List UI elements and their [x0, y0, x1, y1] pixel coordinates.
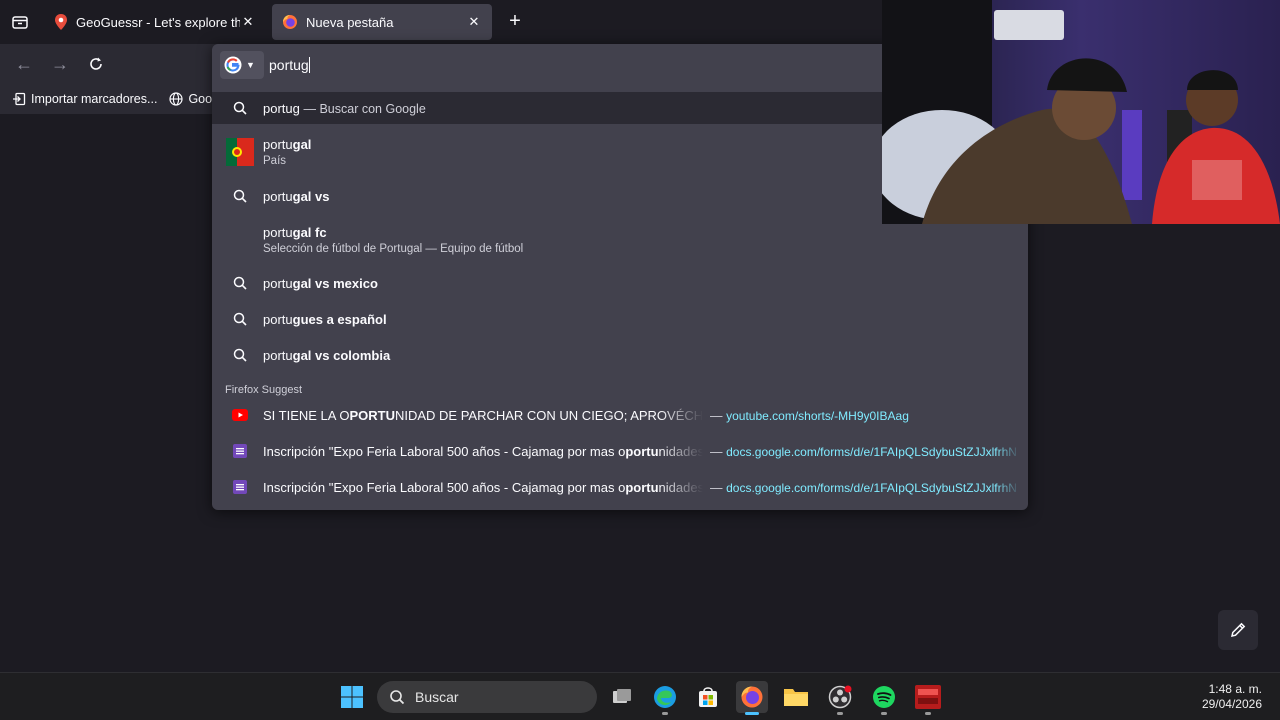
- suggestion-text: portugues a español: [263, 311, 387, 327]
- windows-taskbar: Buscar 1:48 a. m. 29/04/2026: [0, 672, 1280, 720]
- task-view-button[interactable]: [606, 681, 638, 713]
- start-button[interactable]: [336, 681, 368, 713]
- history-url: — docs.google.com/forms/d/e/1FAIpQLSdybu…: [710, 444, 1017, 459]
- tab-geoguessr[interactable]: GeoGuessr - Let's explore the w ✕: [44, 4, 266, 40]
- webcam-feed-image: [882, 0, 1280, 224]
- running-indicator: [881, 712, 887, 715]
- taskbar-search[interactable]: Buscar: [377, 681, 597, 713]
- firefox-icon: [283, 15, 297, 29]
- youtube-icon: [226, 401, 254, 429]
- forward-button[interactable]: →: [48, 52, 72, 76]
- suggestion-portugal-fc[interactable]: portugal fc Selección de fútbol de Portu…: [212, 220, 1028, 260]
- tab-title: GeoGuessr - Let's explore the w: [76, 14, 240, 30]
- clock-time: 1:48 a. m.: [1208, 682, 1262, 696]
- suggestion-subtitle: Selección de fútbol de Portugal — Equipo…: [263, 243, 524, 255]
- bookmark-import[interactable]: Importar marcadores...: [12, 92, 157, 106]
- new-tab-button[interactable]: +: [504, 10, 526, 32]
- google-icon: [224, 56, 242, 74]
- taskbar-store[interactable]: [692, 681, 724, 713]
- suggestion-portugal-vs-mexico[interactable]: portugal vs mexico: [212, 267, 1028, 299]
- plus-icon: +: [509, 10, 521, 32]
- firefox-suggest-item[interactable]: Inscripción "Expo Feria Laboral 500 años…: [212, 471, 1028, 503]
- running-indicator: [925, 712, 931, 715]
- taskbar-voicemeeter[interactable]: [912, 681, 944, 715]
- search-icon: [226, 94, 254, 122]
- suggestion-portugues-espanol[interactable]: portugues a español: [212, 303, 1028, 335]
- taskbar-obs[interactable]: [824, 681, 856, 715]
- suggestion-text: portugal vs: [263, 188, 330, 204]
- text-caret: [308, 57, 310, 73]
- bookmark-label: Importar marcadores...: [31, 92, 158, 106]
- import-icon: [13, 92, 26, 106]
- suggestion-portugal-vs-colombia[interactable]: portugal vs colombia: [212, 339, 1028, 371]
- windows-start-icon: [341, 686, 363, 708]
- firefox-suggest-item[interactable]: SI TIENE LA OPORTUNIDAD DE PARCHAR CON U…: [212, 399, 1028, 431]
- firefox-icon: [741, 686, 763, 708]
- reload-button[interactable]: [84, 52, 108, 76]
- search-icon: [226, 305, 254, 333]
- search-icon: [226, 341, 254, 369]
- suggestion-text: portugal vs mexico: [263, 275, 378, 291]
- search-icon: [226, 269, 254, 297]
- chevron-down-icon: ▼: [246, 60, 255, 70]
- google-forms-icon: [226, 437, 254, 465]
- active-indicator: [745, 712, 759, 715]
- close-icon: ✕: [242, 14, 254, 29]
- system-clock[interactable]: 1:48 a. m. 29/04/2026: [1202, 682, 1262, 712]
- close-icon: ✕: [468, 14, 480, 29]
- edge-icon: [654, 686, 676, 708]
- suggestion-text: portugal vs colombia: [263, 347, 391, 363]
- task-view-icon: [613, 689, 631, 703]
- address-input[interactable]: portug: [269, 57, 310, 73]
- suggestion-text: portugal fc: [263, 225, 327, 240]
- taskbar-file-explorer[interactable]: [780, 681, 812, 713]
- running-indicator: [837, 712, 843, 715]
- history-url: — docs.google.com/forms/d/e/1FAIpQLSdybu…: [710, 480, 1017, 495]
- arrow-right-icon: →: [51, 53, 69, 74]
- reload-icon: [90, 57, 102, 70]
- google-forms-icon: [226, 473, 254, 501]
- close-tab-button[interactable]: ✕: [466, 14, 482, 30]
- suggestion-text: portug — Buscar con Google: [263, 100, 426, 116]
- obs-icon: [828, 685, 852, 709]
- close-tab-button[interactable]: ✕: [240, 14, 256, 30]
- portugal-flag-icon: [226, 138, 254, 166]
- spotify-icon: [873, 686, 895, 708]
- store-icon: [699, 687, 717, 707]
- customize-button[interactable]: [1218, 610, 1258, 650]
- tab-nueva-pestana[interactable]: Nueva pestaña ✕: [272, 4, 492, 40]
- tab-list-icon: [12, 16, 28, 29]
- suggestion-subtitle: País: [263, 155, 287, 167]
- tab-title: Nueva pestaña: [306, 14, 394, 30]
- history-title: Inscripción "Expo Feria Laboral 500 años…: [263, 443, 703, 459]
- pencil-icon: [1231, 622, 1246, 637]
- arrow-left-icon: ←: [15, 53, 33, 74]
- history-title: SI TIENE LA OPORTUNIDAD DE PARCHAR CON U…: [263, 407, 703, 423]
- file-explorer-icon: [784, 689, 808, 706]
- taskbar-edge[interactable]: [649, 681, 681, 715]
- globe-icon: [169, 92, 184, 106]
- taskbar-firefox[interactable]: [736, 681, 768, 715]
- clock-date: 29/04/2026: [1201, 697, 1262, 711]
- search-placeholder: Buscar: [415, 689, 459, 705]
- firefox-suggest-item[interactable]: Inscripción "Expo Feria Laboral 500 años…: [212, 435, 1028, 467]
- back-button[interactable]: ←: [12, 52, 36, 76]
- search-engine-selector[interactable]: ▼: [220, 51, 264, 79]
- voicemeeter-icon: [915, 685, 941, 709]
- address-input-value: portug: [269, 57, 309, 73]
- map-pin-icon: [55, 14, 67, 30]
- webcam-overlay: [882, 0, 1280, 224]
- running-indicator: [662, 712, 668, 715]
- firefox-suggest-label: Firefox Suggest: [225, 384, 303, 396]
- search-icon: [226, 182, 254, 210]
- search-icon: [390, 690, 405, 705]
- tab-list-button[interactable]: [8, 10, 32, 34]
- history-title: Inscripción "Expo Feria Laboral 500 años…: [263, 479, 703, 495]
- suggestion-text: portugal: [263, 137, 312, 152]
- history-url: — youtube.com/shorts/-MH9y0IBAag: [710, 408, 909, 423]
- taskbar-spotify[interactable]: [868, 681, 900, 715]
